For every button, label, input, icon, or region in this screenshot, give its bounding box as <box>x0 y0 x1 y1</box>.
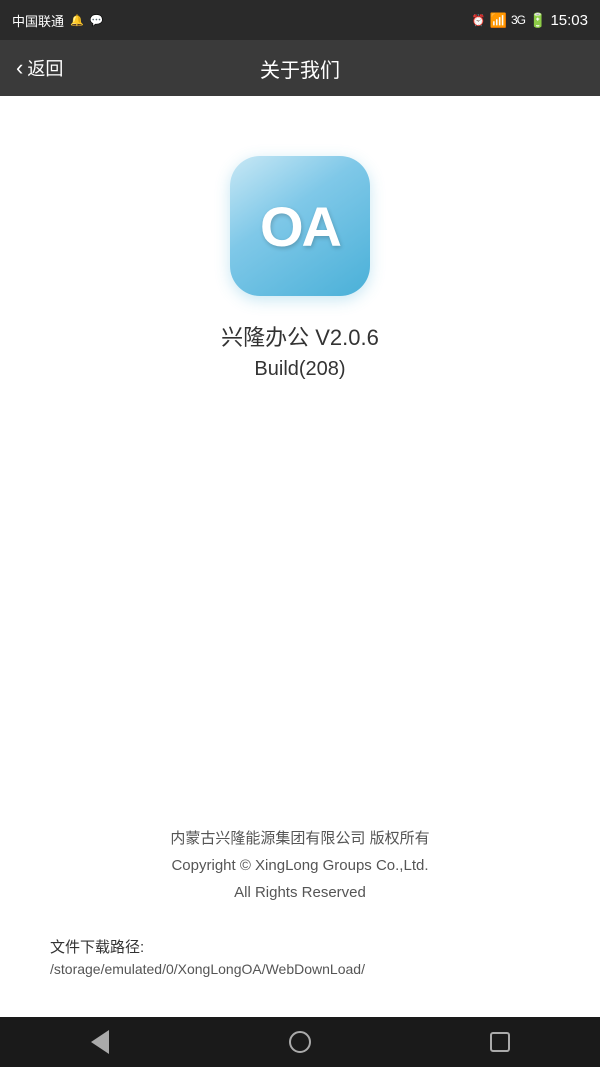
recents-nav-button[interactable] <box>470 1022 530 1062</box>
app-icon: OA <box>230 156 370 296</box>
back-nav-button[interactable] <box>70 1022 130 1062</box>
app-build: Build(208) <box>254 358 345 381</box>
signal-icon: 3G <box>511 13 525 27</box>
carrier-text: 中国联通 <box>12 11 64 30</box>
copyright-section: 内蒙古兴隆能源集团有限公司 版权所有 Copyright © XingLong … <box>170 825 429 906</box>
battery-icon: 🔋 <box>529 12 546 29</box>
back-label: 返回 <box>27 55 63 81</box>
copyright-line-1: 内蒙古兴隆能源集团有限公司 版权所有 <box>170 825 429 852</box>
back-nav-icon <box>91 1030 109 1054</box>
file-path-label: 文件下载路径: <box>50 936 550 957</box>
bottom-nav <box>0 1017 600 1067</box>
file-path-section: 文件下载路径: /storage/emulated/0/XongLongOA/W… <box>20 936 580 977</box>
copyright-line-2: Copyright © XingLong Groups Co.,Ltd. <box>170 852 429 879</box>
status-left: 中国联通 🔔 💬 <box>12 11 103 30</box>
wifi-icon: 📶 <box>490 12 507 29</box>
page-title: 关于我们 <box>260 54 340 83</box>
home-nav-button[interactable] <box>270 1022 330 1062</box>
time-display: 15:03 <box>550 12 588 29</box>
status-right: ⏰ 📶 3G 🔋 15:03 <box>472 12 588 29</box>
nav-bar: ‹ 返回 关于我们 <box>0 40 600 96</box>
alarm-icon: ⏰ <box>472 14 486 27</box>
main-content: OA 兴隆办公 V2.0.6 Build(208) 内蒙古兴隆能源集团有限公司 … <box>0 96 600 1017</box>
app-icon-text: OA <box>260 194 340 259</box>
app-name: 兴隆办公 V2.0.6 <box>221 320 379 352</box>
notification-icon-1: 🔔 <box>70 14 84 27</box>
recents-nav-icon <box>490 1032 510 1052</box>
notification-icon-2: 💬 <box>90 14 104 27</box>
copyright-line-3: All Rights Reserved <box>170 879 429 906</box>
home-nav-icon <box>289 1031 311 1053</box>
file-path-value: /storage/emulated/0/XongLongOA/WebDownLo… <box>50 961 550 977</box>
status-bar: 中国联通 🔔 💬 ⏰ 📶 3G 🔋 15:03 <box>0 0 600 40</box>
back-button[interactable]: ‹ 返回 <box>16 55 63 81</box>
back-arrow-icon: ‹ <box>16 57 23 79</box>
